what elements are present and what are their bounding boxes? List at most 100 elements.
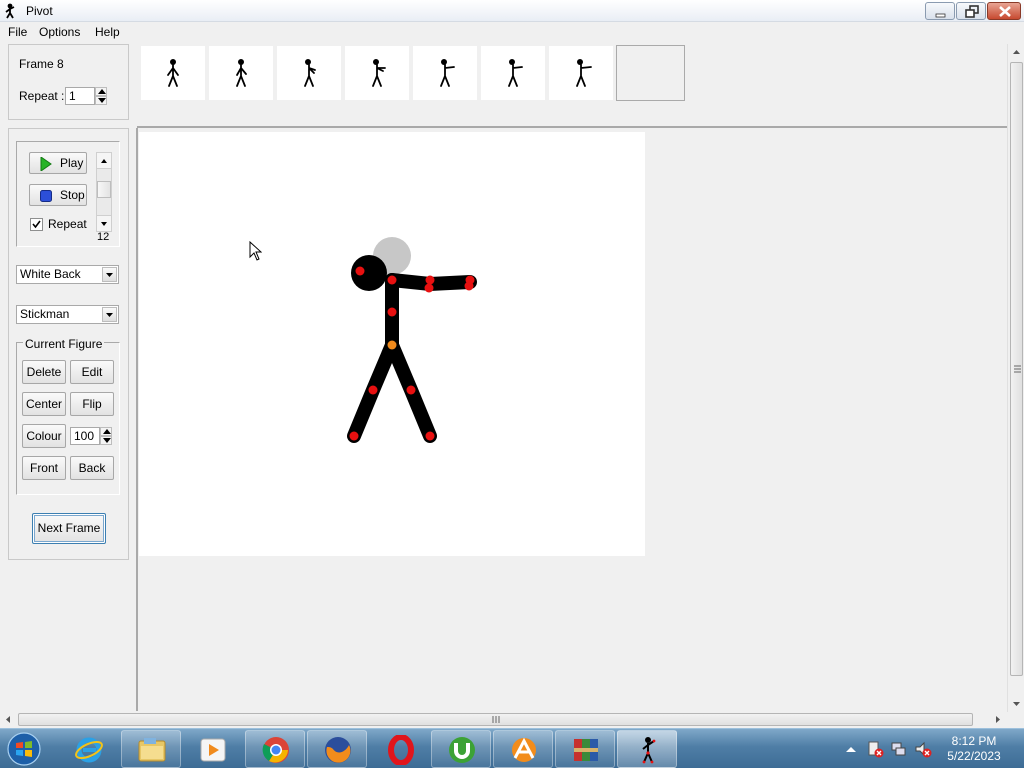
back-button[interactable]: Back [70,456,114,480]
stickman-icon [236,59,247,87]
volume-muted-icon[interactable] [914,740,932,758]
scroll-down-icon[interactable] [1008,696,1024,712]
repeat-label: Repeat : [19,89,65,103]
figure-type-select[interactable]: Stickman [16,305,119,324]
repeat-checkbox[interactable] [30,218,43,231]
colour-up-button[interactable] [100,427,112,436]
head-handle[interactable] [355,266,365,276]
flip-button[interactable]: Flip [70,392,114,416]
stop-icon [40,190,52,202]
chevron-down-icon [106,313,113,317]
close-button[interactable] [987,2,1021,20]
speed-scrollbar[interactable] [96,152,112,232]
internet-explorer-icon [75,737,103,763]
animation-canvas[interactable] [139,132,645,556]
arrow-down-icon [101,222,107,226]
stickman-figure[interactable] [139,132,645,556]
network-icon[interactable] [890,740,908,758]
edit-button[interactable]: Edit [70,360,114,384]
menu-file[interactable]: File [8,25,27,39]
frame-thumbnail-1[interactable] [141,46,205,100]
speed-up-button[interactable] [97,153,111,169]
taskbar-internet-explorer[interactable] [58,730,118,768]
chest-handle[interactable] [387,307,397,317]
scroll-right-icon[interactable] [990,711,1006,728]
windows-start-icon[interactable] [4,731,44,767]
frame-repeat-down-button[interactable] [95,96,107,105]
minimize-button[interactable] [925,2,955,20]
right-foot-handle[interactable] [425,431,435,441]
background-select-value: White Back [20,267,81,281]
frame-thumbnail-2[interactable] [209,46,273,100]
menu-options[interactable]: Options [39,25,80,39]
taskbar-file-explorer[interactable] [121,730,181,768]
menu-help[interactable]: Help [95,25,120,39]
taskbar-opera[interactable] [370,730,430,768]
play-button[interactable]: Play [29,152,87,174]
speed-down-button[interactable] [97,215,111,231]
frame-thumbnail-3[interactable] [277,46,341,100]
arrow-up-icon [103,429,111,434]
elbow-handle-1[interactable] [425,275,435,285]
frame-thumbnail-5[interactable] [413,46,477,100]
speed-slider-thumb[interactable] [97,181,111,198]
frame-repeat-up-button[interactable] [95,87,107,96]
firefox-icon [325,737,351,763]
center-button[interactable]: Center [22,392,66,416]
colour-down-button[interactable] [100,436,112,445]
vertical-scroll-thumb[interactable] [1010,62,1023,676]
delete-button[interactable]: Delete [22,360,66,384]
close-icon [999,6,1011,17]
chrome-icon [262,737,289,763]
taskbar-pivot[interactable] [617,730,677,768]
elbow-handle-2[interactable] [424,283,434,293]
right-knee-handle[interactable] [406,385,416,395]
show-hidden-icons-icon[interactable] [846,745,856,753]
background-select[interactable]: White Back [16,265,119,284]
arrow-up-icon [101,159,107,163]
frame-repeat-input[interactable]: 1 [65,87,95,105]
restore-icon [965,5,979,18]
frame-thumbnail-current-empty[interactable] [616,45,685,101]
action-center-icon[interactable] [866,740,884,758]
vertical-scrollbar[interactable] [1007,44,1024,712]
arrow-down-icon [98,98,106,103]
taskbar-utorrent[interactable] [431,730,491,768]
stickman-icon [508,59,523,87]
stop-button[interactable]: Stop [29,184,87,206]
taskbar-firefox[interactable] [307,730,367,768]
next-frame-button[interactable]: Next Frame [32,513,106,544]
colour-button[interactable]: Colour [22,424,66,448]
figure-type-select-arrow[interactable] [102,307,117,322]
frame-thumbnail-4[interactable] [345,46,409,100]
pivot-icon [642,737,656,764]
horizontal-scrollbar[interactable] [0,711,1007,728]
scroll-left-icon[interactable] [0,711,16,728]
left-foot-handle[interactable] [349,431,359,441]
scroll-up-icon[interactable] [1008,44,1024,60]
arrow-down-icon [103,438,111,443]
neck-handle[interactable] [387,275,397,285]
play-icon [40,157,52,171]
grip-icon [1014,365,1021,373]
taskbar-avast[interactable] [493,730,553,768]
taskbar-winrar[interactable] [555,730,615,768]
left-knee-handle[interactable] [368,385,378,395]
frame-thumbnail-7[interactable] [549,46,613,100]
tray-clock[interactable]: 8:12 PM 5/22/2023 [937,734,1011,764]
title-bar: Pivot [0,0,1024,22]
taskbar-chrome[interactable] [245,730,305,768]
taskbar-media-player[interactable] [182,730,242,768]
restore-button[interactable] [956,2,986,20]
frame-thumbnail-6[interactable] [481,46,545,100]
pivot-app-icon [5,3,15,19]
horizontal-scroll-thumb[interactable] [18,713,973,726]
playback-group: Play Stop Repeat 12 [16,141,120,247]
hand-handle-2[interactable] [464,281,474,291]
taskbar: 8:12 PM 5/22/2023 [0,728,1024,768]
origin-handle[interactable] [387,340,397,350]
front-button[interactable]: Front [22,456,66,480]
background-select-arrow[interactable] [102,267,117,282]
stickman-icon [167,59,179,87]
colour-value-input[interactable]: 100 [70,427,100,445]
